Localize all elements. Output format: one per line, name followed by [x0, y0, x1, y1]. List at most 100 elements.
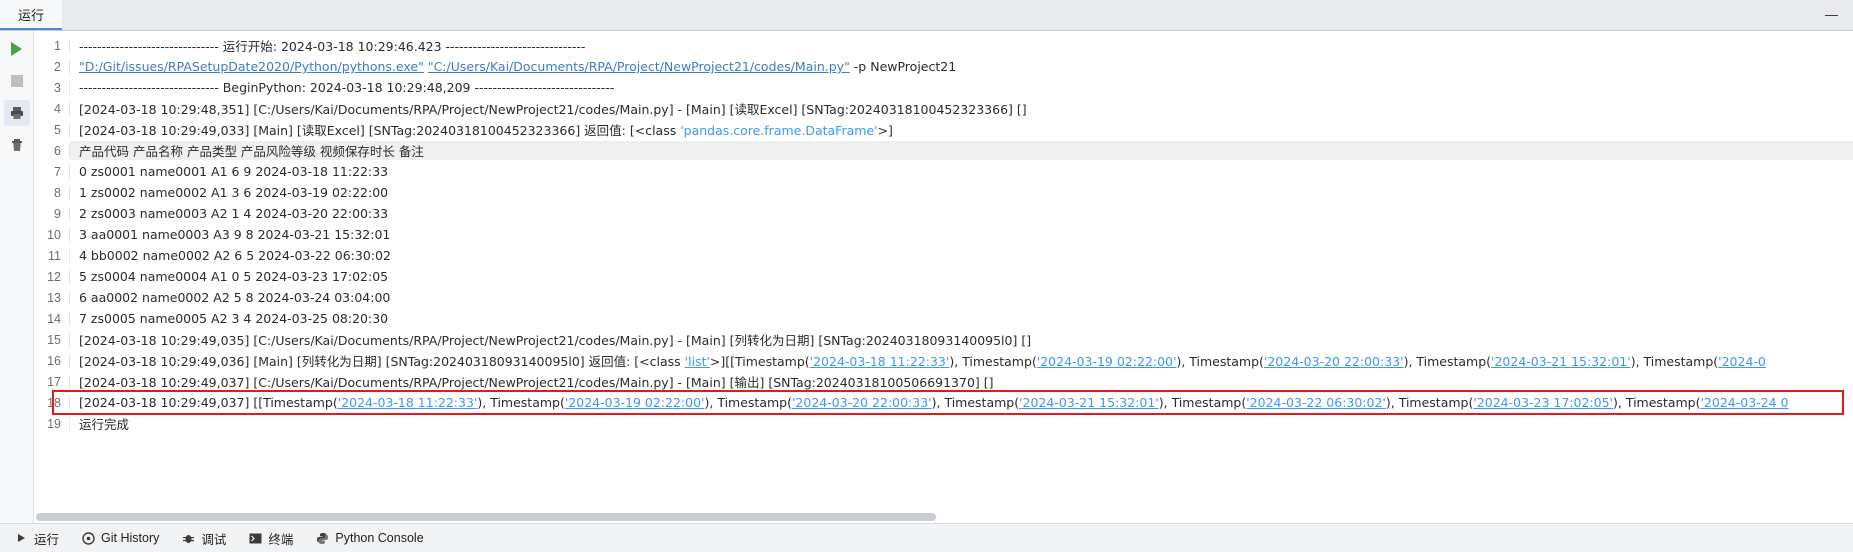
- tab-run[interactable]: 运行: [0, 0, 63, 30]
- line-number: 1: [34, 38, 70, 53]
- log-text: >][[Timestamp(: [709, 354, 810, 369]
- run-button[interactable]: [4, 36, 30, 62]
- log-text: ), Timestamp(: [1630, 354, 1719, 369]
- console-line-text: "D:/Git/issues/RPASetupDate2020/Python/p…: [70, 59, 956, 74]
- console-line: 4 [2024-03-18 10:29:48,351] [C:/Users/Kai…: [34, 98, 1853, 119]
- file-path-link[interactable]: "C:/Users/Kai/Documents/RPA/Project/NewP…: [428, 59, 850, 74]
- log-text: [2024-03-18 10:29:48,351] [C:/Users/Kai/…: [79, 102, 1027, 117]
- line-number: 10: [34, 227, 70, 242]
- log-text: [2024-03-18 10:29:49,037] [C:/Users/Kai/…: [79, 375, 994, 390]
- tool-window-body: 1 ------------------------------- 运行开始: 2…: [0, 31, 1853, 523]
- timestamp-value: '2024-03-20 22:00:33': [791, 395, 932, 410]
- clear-button[interactable]: [4, 132, 30, 158]
- timestamp-value: '2024-03-20 22:00:33': [1263, 354, 1404, 369]
- line-number: 16: [34, 353, 70, 368]
- log-text: ), Timestamp(: [1613, 395, 1701, 410]
- log-text: 3 aa0001 name0003 A3 9 8 2024-03-21 15:3…: [79, 227, 391, 242]
- log-text: [2024-03-18 10:29:49,035] [C:/Users/Kai/…: [79, 333, 1032, 348]
- log-text: ), Timestamp(: [1403, 354, 1492, 369]
- console-line-text: 0 zs0001 name0001 A1 6 9 2024-03-18 11:2…: [70, 164, 388, 179]
- console-line: 6 产品代码 产品名称 产品类型 产品风险等级 视频保存时长 备注: [34, 140, 1853, 161]
- log-text: 6 aa0002 name0002 A2 5 8 2024-03-24 03:0…: [79, 290, 391, 305]
- console-line: 11 4 bb0002 name0002 A2 6 5 2024-03-22 06…: [34, 245, 1853, 266]
- console-line-text: 7 zs0005 name0005 A2 3 4 2024-03-25 08:2…: [70, 311, 388, 326]
- console-line-text: [2024-03-18 10:29:49,037] [[Timestamp('2…: [70, 395, 1789, 410]
- status-bar-item-label: 终端: [268, 532, 294, 547]
- log-text: >]: [877, 123, 893, 138]
- log-text: ), Timestamp(: [1385, 395, 1474, 410]
- console-wrap: 1 ------------------------------- 运行开始: 2…: [34, 31, 1853, 523]
- horizontal-scrollbar-thumb[interactable]: [36, 513, 936, 521]
- run-tool-window: 运行 1 ------------------------------- 运行开…: [0, 0, 1853, 552]
- console-line-text: 5 zs0004 name0004 A1 0 5 2024-03-23 17:0…: [70, 269, 388, 284]
- line-number: 5: [34, 122, 70, 137]
- console-line-text: 2 zs0003 name0003 A2 1 4 2024-03-20 22:0…: [70, 206, 388, 221]
- bug-icon: [181, 531, 195, 545]
- status-bar-item-2[interactable]: Git History: [73, 529, 171, 547]
- console-line-text: [2024-03-18 10:29:49,035] [C:/Users/Kai/…: [70, 330, 1031, 349]
- status-bar-item-label: 调试: [201, 532, 227, 547]
- console-line-text: [2024-03-18 10:29:48,351] [C:/Users/Kai/…: [70, 99, 1027, 118]
- console-line-text: ------------------------------- 运行开始: 20…: [70, 36, 585, 55]
- play-icon: [11, 42, 22, 56]
- console-line: 13 6 aa0002 name0002 A2 5 8 2024-03-24 03…: [34, 287, 1853, 308]
- status-bar-item-1[interactable]: 运行: [6, 527, 71, 550]
- console-line: 5 [2024-03-18 10:29:49,033] [Main] [读取Exc…: [34, 119, 1853, 140]
- status-bar-item-label: Git History: [101, 531, 160, 545]
- line-number: 8: [34, 185, 70, 200]
- line-number: 7: [34, 164, 70, 179]
- console-line: 2 "D:/Git/issues/RPASetupDate2020/Python/…: [34, 56, 1853, 77]
- minimize-button[interactable]: [1809, 0, 1853, 30]
- timestamp-value: '2024-03-21 15:32:01': [1491, 354, 1631, 369]
- timestamp-value: '2024-03-18 11:22:33': [809, 354, 950, 369]
- console-line-text: 运行完成: [70, 414, 129, 433]
- line-number: 14: [34, 311, 70, 326]
- console-line-text: 1 zs0002 name0002 A1 3 6 2024-03-19 02:2…: [70, 185, 388, 200]
- log-text: [2024-03-18 10:29:49,033] [Main] [读取Exce…: [79, 123, 681, 138]
- console-line: 15 [2024-03-18 10:29:49,035] [C:/Users/Ka…: [34, 329, 1853, 350]
- log-text: 运行完成: [79, 417, 130, 432]
- log-text: ------------------------------- BeginPyt…: [79, 80, 615, 95]
- tool-window-titlebar: 运行: [0, 0, 1853, 31]
- log-text: ------------------------------- 运行开始: 20…: [79, 39, 586, 54]
- stop-button[interactable]: [4, 68, 30, 94]
- timestamp-value: '2024-03-18 11:22:33': [337, 395, 478, 410]
- status-bar-item-4[interactable]: 终端: [240, 527, 305, 550]
- console-line: 7 0 zs0001 name0001 A1 6 9 2024-03-18 11:…: [34, 161, 1853, 182]
- stop-icon: [10, 75, 23, 87]
- timestamp-value: '2024-03-21 15:32:01': [1019, 395, 1159, 410]
- console-line-text: 产品代码 产品名称 产品类型 产品风险等级 视频保存时长 备注: [70, 141, 1853, 160]
- tab-run-label: 运行: [18, 7, 45, 23]
- horizontal-scrollbar[interactable]: [34, 510, 1853, 523]
- terminal-icon: [248, 531, 262, 545]
- status-bar-item-3[interactable]: 调试: [173, 527, 238, 550]
- log-text: ), Timestamp(: [949, 354, 1037, 369]
- bottom-status-bar: 运行 Git History 调试 终端 Python Console: [0, 523, 1853, 552]
- timestamp-value: '2024-03-23 17:02:05': [1473, 395, 1613, 410]
- log-text: ), Timestamp(: [1176, 354, 1264, 369]
- minimize-icon: [1824, 14, 1838, 16]
- python-icon: [315, 531, 329, 545]
- console-line: 14 7 zs0005 name0005 A2 3 4 2024-03-25 08…: [34, 308, 1853, 329]
- line-number: 3: [34, 80, 70, 95]
- timestamp-value: '2024-03-19 02:22:00': [1036, 354, 1177, 369]
- line-number: 11: [34, 248, 70, 263]
- log-text: 1 zs0002 name0002 A1 3 6 2024-03-19 02:2…: [79, 185, 389, 200]
- log-text: -p NewProject21: [849, 59, 957, 74]
- print-button[interactable]: [3, 100, 30, 126]
- timestamp-value: '2024-03-19 02:22:00': [564, 395, 705, 410]
- timestamp-value: '2024-03-24 0: [1700, 395, 1789, 410]
- run-console-output[interactable]: 1 ------------------------------- 运行开始: 2…: [34, 31, 1853, 510]
- line-number: 4: [34, 101, 70, 116]
- status-bar-item-label: Python Console: [335, 531, 424, 545]
- titlebar-spacer: [62, 0, 1809, 30]
- line-number: 17: [34, 374, 70, 389]
- line-number: 6: [34, 143, 70, 158]
- file-path-link[interactable]: "D:/Git/issues/RPASetupDate2020/Python/p…: [79, 59, 424, 74]
- git-icon: [81, 531, 95, 545]
- log-text: [2024-03-18 10:29:49,036] [Main] [列转化为日期…: [79, 354, 685, 369]
- log-text: 产品代码 产品名称 产品类型 产品风险等级 视频保存时长 备注: [79, 144, 424, 159]
- status-bar-item-5[interactable]: Python Console: [307, 529, 435, 547]
- console-line: 17 [2024-03-18 10:29:49,037] [C:/Users/Ka…: [34, 371, 1853, 392]
- console-line: 3 ------------------------------- BeginPy…: [34, 77, 1853, 98]
